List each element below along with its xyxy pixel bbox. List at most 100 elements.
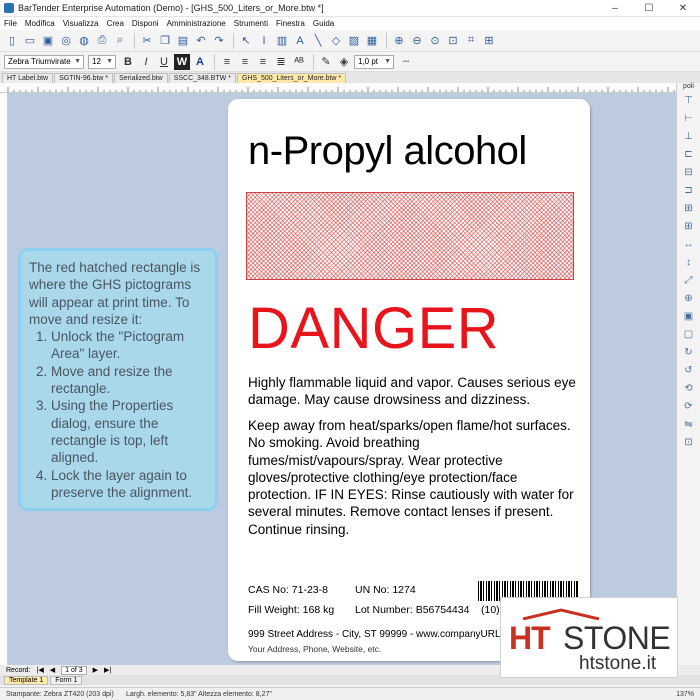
font-size-select[interactable]: 12 ▼ bbox=[88, 54, 116, 69]
doc-tab-ht-label[interactable]: HT Label.btw bbox=[2, 73, 54, 83]
tab-template-1[interactable]: Template 1 bbox=[4, 675, 49, 685]
distribute-vertical-icon[interactable]: ⊞ bbox=[682, 220, 696, 234]
company-contact[interactable]: Your Address, Phone, Website, etc. bbox=[248, 644, 381, 654]
italic-button[interactable]: I bbox=[138, 54, 154, 70]
fill-color-icon[interactable]: ◈ bbox=[336, 54, 352, 70]
cut-icon[interactable]: ✂ bbox=[139, 33, 155, 49]
same-height-icon[interactable]: ↕ bbox=[682, 256, 696, 270]
zoom-fit-icon[interactable]: ⊙ bbox=[427, 33, 443, 49]
same-width-icon[interactable]: ↔ bbox=[682, 238, 696, 252]
un-number[interactable]: UN No: 1274 bbox=[355, 584, 416, 596]
menu-modifica[interactable]: Modifica bbox=[25, 19, 55, 28]
open-folder-icon[interactable]: ▭ bbox=[22, 33, 38, 49]
database-setup-icon[interactable]: ◍ bbox=[76, 33, 92, 49]
picture-tool-icon[interactable]: ▨ bbox=[346, 33, 362, 49]
flip-icon[interactable]: ⇋ bbox=[682, 418, 696, 432]
stamp-tool-icon[interactable]: ▦ bbox=[364, 33, 380, 49]
line-tool-icon[interactable]: ╲ bbox=[310, 33, 326, 49]
doc-tab-ghs[interactable]: GHS_500_Liters_or_More.btw * bbox=[236, 73, 347, 83]
copy-icon[interactable]: ❐ bbox=[157, 33, 173, 49]
precautionary-statement[interactable]: Keep away from heat/sparks/open flame/ho… bbox=[248, 417, 578, 538]
undo-icon[interactable]: ↶ bbox=[193, 33, 209, 49]
new-document-icon[interactable]: ▯ bbox=[4, 33, 20, 49]
rotate-270-icon[interactable]: ⟲ bbox=[682, 382, 696, 396]
redo-icon[interactable]: ↷ bbox=[211, 33, 227, 49]
quantity-count[interactable]: (10) bbox=[481, 604, 500, 616]
minimize-button[interactable]: – bbox=[598, 3, 632, 14]
menu-finestra[interactable]: Finestra bbox=[276, 19, 305, 28]
doc-tab-sgtin[interactable]: SGTIN-96.btw * bbox=[54, 73, 114, 83]
close-button[interactable]: ✕ bbox=[666, 3, 700, 14]
doc-tab-serialized[interactable]: Serialized.btw bbox=[114, 73, 168, 83]
menu-crea[interactable]: Crea bbox=[107, 19, 124, 28]
next-record-button[interactable]: ▶ bbox=[93, 666, 98, 674]
record-page-indicator[interactable]: 1 of 3 bbox=[61, 665, 87, 675]
zoom-page-icon[interactable]: ⊡ bbox=[445, 33, 461, 49]
design-canvas[interactable]: n-Propyl alcohol DANGER Highly flammable… bbox=[8, 93, 676, 665]
save-icon[interactable]: ▣ bbox=[40, 33, 56, 49]
send-back-icon[interactable]: ▢ bbox=[682, 328, 696, 342]
paste-icon[interactable]: ▤ bbox=[175, 33, 191, 49]
fill-weight[interactable]: Fill Weight: 168 kg bbox=[248, 604, 334, 616]
menu-file[interactable]: File bbox=[4, 19, 17, 28]
menu-disponi[interactable]: Disponi bbox=[132, 19, 159, 28]
stroke-width-select[interactable]: 1,0 pt ▼ bbox=[354, 54, 394, 69]
menu-visualizza[interactable]: Visualizza bbox=[63, 19, 99, 28]
rotate-90-icon[interactable]: ↻ bbox=[682, 346, 696, 360]
first-record-button[interactable]: |◀ bbox=[37, 666, 44, 674]
zoom-out-icon[interactable]: ⊖ bbox=[409, 33, 425, 49]
center-page-icon[interactable]: ⊕ bbox=[682, 292, 696, 306]
company-address[interactable]: 999 Street Address - City, ST 99999 - ww… bbox=[248, 629, 501, 640]
align-right-icon[interactable]: ≡ bbox=[255, 54, 271, 70]
last-record-button[interactable]: ▶| bbox=[104, 666, 111, 674]
print-icon[interactable]: ⎙ bbox=[94, 33, 110, 49]
align-center-icon[interactable]: ≡ bbox=[237, 54, 253, 70]
line-style-icon[interactable]: ┄ bbox=[398, 54, 414, 70]
same-size-icon[interactable]: ⤢ bbox=[682, 274, 696, 288]
maximize-button[interactable]: ☐ bbox=[632, 3, 666, 14]
align-middle-icon[interactable]: ⊢ bbox=[682, 112, 696, 126]
align-left-icon[interactable]: ≡ bbox=[219, 54, 235, 70]
justify-icon[interactable]: ≣ bbox=[273, 54, 289, 70]
database-icon[interactable]: ◎ bbox=[58, 33, 74, 49]
barcode-tool-icon[interactable]: ▥ bbox=[274, 33, 290, 49]
printer-status[interactable]: Stampante: Zebra ZT420 (203 dpi) bbox=[6, 691, 126, 698]
menu-guida[interactable]: Guida bbox=[313, 19, 334, 28]
doc-tab-sscc[interactable]: SSCC_348.BTW * bbox=[168, 73, 236, 83]
align-center-icon[interactable]: ⊟ bbox=[682, 166, 696, 180]
spell-check-icon[interactable]: ᴬᴮ bbox=[291, 54, 307, 70]
rotate-0-icon[interactable]: ⟳ bbox=[682, 400, 696, 414]
rotate-180-icon[interactable]: ↺ bbox=[682, 364, 696, 378]
shape-tool-icon[interactable]: ◇ bbox=[328, 33, 344, 49]
snap-icon[interactable]: ⌗ bbox=[463, 33, 479, 49]
instruction-note[interactable]: The red hatched rectangle is where the G… bbox=[18, 248, 218, 511]
align-right-edge-icon[interactable]: ⊐ bbox=[682, 184, 696, 198]
font-color-button[interactable]: A bbox=[192, 54, 208, 70]
menu-strumenti[interactable]: Strumenti bbox=[234, 19, 268, 28]
align-bottom-icon[interactable]: ⊥ bbox=[682, 130, 696, 144]
text-cursor-icon[interactable]: I bbox=[256, 33, 272, 49]
bring-front-icon[interactable]: ▣ bbox=[682, 310, 696, 324]
lock-icon[interactable]: ⊡ bbox=[682, 436, 696, 450]
zoom-in-icon[interactable]: ⊕ bbox=[391, 33, 407, 49]
bold-button[interactable]: B bbox=[120, 54, 136, 70]
tab-form-1[interactable]: Form 1 bbox=[50, 675, 83, 685]
hazard-statement[interactable]: Highly flammable liquid and vapor. Cause… bbox=[248, 374, 578, 408]
reverse-text-button[interactable]: W bbox=[174, 53, 190, 70]
distribute-horizontal-icon[interactable]: ⊞ bbox=[682, 202, 696, 216]
signal-word[interactable]: DANGER bbox=[248, 295, 499, 362]
select-pointer-icon[interactable]: ↖ bbox=[238, 33, 254, 49]
product-title[interactable]: n-Propyl alcohol bbox=[248, 129, 527, 174]
print-preview-icon[interactable]: ⌕ bbox=[112, 33, 128, 49]
line-color-icon[interactable]: ✎ bbox=[318, 54, 334, 70]
prev-record-button[interactable]: ◀ bbox=[50, 666, 55, 674]
underline-button[interactable]: U bbox=[156, 54, 172, 70]
pictogram-area[interactable] bbox=[246, 192, 574, 280]
align-left-edge-icon[interactable]: ⊏ bbox=[682, 148, 696, 162]
zoom-level[interactable]: 137% bbox=[676, 691, 694, 698]
text-tool-icon[interactable]: A bbox=[292, 33, 308, 49]
label-template[interactable]: n-Propyl alcohol DANGER Highly flammable… bbox=[228, 99, 590, 661]
lot-number[interactable]: Lot Number: B56754434 bbox=[355, 604, 469, 616]
grid-icon[interactable]: ⊞ bbox=[481, 33, 497, 49]
align-top-icon[interactable]: ⊤ bbox=[682, 94, 696, 108]
